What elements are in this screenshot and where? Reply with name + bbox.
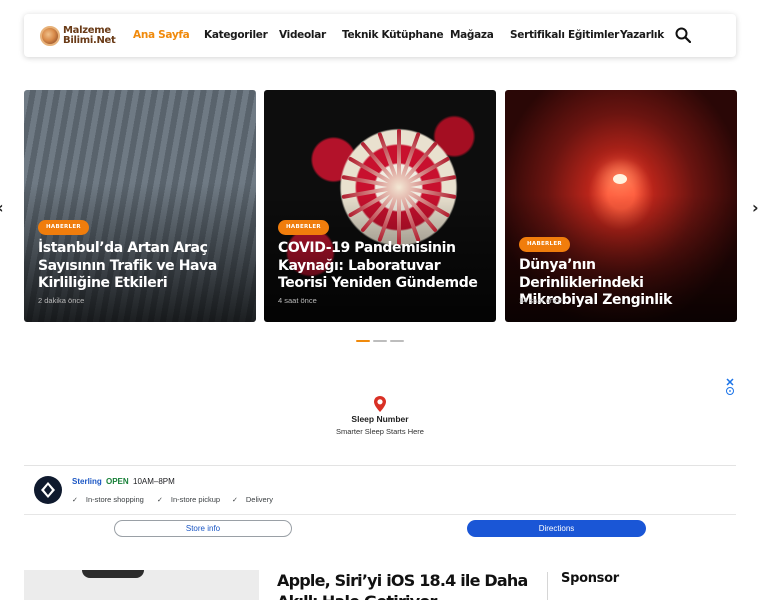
store-open-status: OPEN [106, 477, 129, 486]
column-divider [547, 572, 548, 600]
directions-button[interactable]: Directions [467, 520, 646, 537]
slider-dots [356, 340, 404, 342]
check-icon: ✓ [157, 497, 163, 504]
ad-banner[interactable]: Sleep Number Smarter Sleep Starts Here S… [24, 376, 736, 542]
slide-title[interactable]: İstanbul’da Artan Araç Sayısının Trafik … [38, 240, 238, 293]
store-feature: ✓ In-store pickup [157, 495, 221, 504]
category-badge[interactable]: HABERLER [38, 220, 89, 235]
slider-dot[interactable] [373, 340, 387, 342]
nav-item-teknik-kutuphane[interactable]: Teknik Kütüphane [342, 29, 444, 41]
cave-light [613, 174, 627, 184]
logo-line-1: Malzeme [63, 24, 111, 36]
slide-time: 4 saat önce [278, 296, 317, 305]
store-feature: ✓ In-store shopping [72, 495, 144, 504]
virus-spike [397, 129, 401, 187]
slider-prev-arrow[interactable]: ‹ [0, 198, 4, 217]
ad-tagline: Smarter Sleep Starts Here [336, 427, 424, 436]
slide-time: 2 dakika önce [38, 296, 85, 305]
ad-header: Sleep Number Smarter Sleep Starts Here [24, 376, 736, 466]
category-badge[interactable]: HABERLER [519, 237, 570, 252]
slide-time: 14 saat önce [519, 296, 562, 305]
ad-brand-name[interactable]: Sleep Number [24, 414, 736, 424]
nav-item-magaza[interactable]: Mağaza [450, 29, 494, 41]
store-logo [34, 476, 62, 504]
nav-item-videolar[interactable]: Videolar [279, 29, 326, 41]
logo-icon [40, 25, 60, 46]
check-icon: ✓ [232, 497, 238, 504]
nav-item-ana-sayfa[interactable]: Ana Sayfa [133, 29, 190, 41]
store-name[interactable]: Sterling [72, 477, 102, 486]
check-icon: ✓ [72, 497, 78, 504]
phone-image [82, 570, 144, 578]
ad-choices-icon[interactable] [724, 376, 736, 396]
site-header: Malzeme Bilimi.Net Ana Sayfa Kategoriler… [24, 14, 736, 57]
search-icon[interactable] [675, 27, 691, 43]
slider-dot[interactable] [390, 340, 404, 342]
slide-title[interactable]: COVID-19 Pandemisinin Kaynağı: Laboratuv… [278, 240, 478, 293]
logo-line-2: Bilimi.Net [63, 34, 116, 46]
map-pin-icon [374, 396, 386, 412]
slide-card[interactable]: HABERLER Dünya’nın Derinliklerindeki Mik… [505, 90, 737, 322]
store-feature: ✓ Delivery [232, 495, 273, 504]
nav-item-sertifikali-egitimler[interactable]: Sertifikalı Eğitimler [510, 29, 619, 41]
store-panel [24, 467, 736, 515]
article-thumbnail[interactable] [24, 570, 259, 600]
store-hours: 10AM–8PM [133, 477, 175, 486]
nav-item-kategoriler[interactable]: Kategoriler [204, 29, 268, 41]
article-title[interactable]: Apple, Siri’yi iOS 18.4 ile Daha Akıllı … [277, 570, 542, 600]
nav-item-yazarlik[interactable]: Yazarlık [620, 29, 664, 41]
sidebar-title: Sponsor [561, 571, 619, 586]
slide-card[interactable]: HABERLER İstanbul’da Artan Araç Sayısını… [24, 90, 256, 322]
slider-dot[interactable] [356, 340, 370, 342]
slide-card[interactable]: HABERLER COVID-19 Pandemisinin Kaynağı: … [264, 90, 496, 322]
store-info-button[interactable]: Store info [114, 520, 292, 537]
site-logo[interactable]: Malzeme Bilimi.Net [40, 24, 132, 46]
slider-next-arrow[interactable]: › [752, 198, 759, 217]
category-badge[interactable]: HABERLER [278, 220, 329, 235]
diamond-icon [41, 482, 55, 498]
